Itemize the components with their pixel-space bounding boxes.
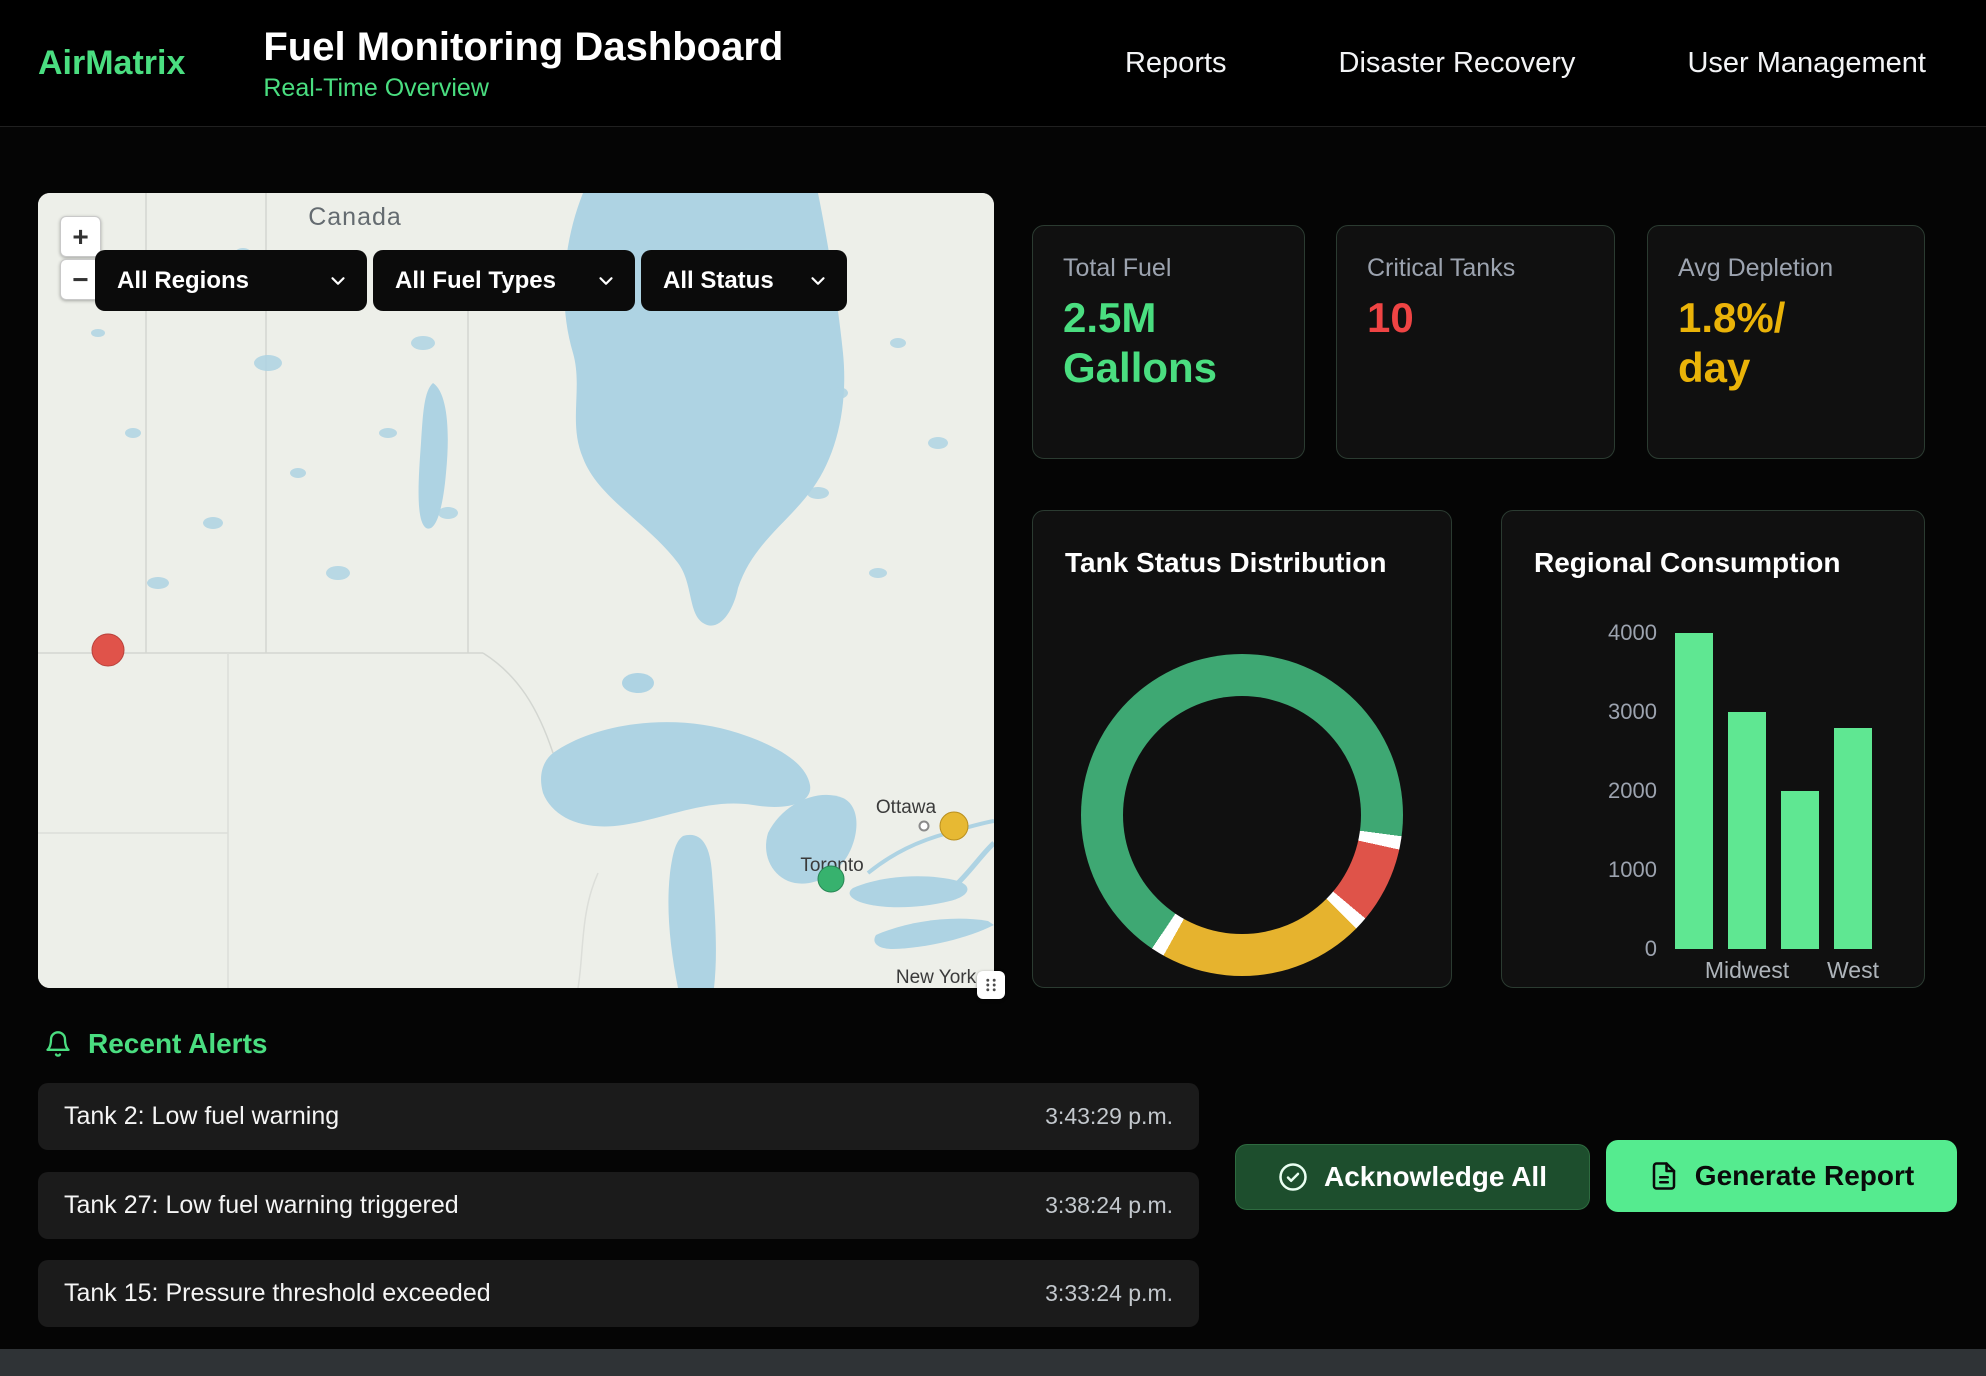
y-tick-label: 4000 xyxy=(1562,621,1657,645)
region-filter-value: All Regions xyxy=(117,267,249,295)
nav-user-management[interactable]: User Management xyxy=(1687,47,1926,80)
stat-card-total-fuel: Total Fuel 2.5M Gallons xyxy=(1032,225,1305,459)
header: AirMatrix Fuel Monitoring Dashboard Real… xyxy=(0,0,1986,127)
page-subtitle: Real-Time Overview xyxy=(263,74,783,103)
app-logo[interactable]: AirMatrix xyxy=(38,44,185,83)
map-resize-handle[interactable] xyxy=(977,971,1005,999)
stat-card-critical-tanks: Critical Tanks 10 xyxy=(1336,225,1615,459)
bar-xaxis: Midwest West xyxy=(1675,957,1872,984)
map-canvas[interactable]: Canada Ottawa Toronto New York xyxy=(38,193,994,988)
alert-row[interactable]: Tank 27: Low fuel warning triggered 3:38… xyxy=(38,1172,1199,1239)
y-tick-label: 2000 xyxy=(1562,779,1657,803)
stat-card-avg-depletion: Avg Depletion 1.8%/ day xyxy=(1647,225,1925,459)
grip-dots-icon xyxy=(983,977,999,993)
alert-row[interactable]: Tank 2: Low fuel warning 3:43:29 p.m. xyxy=(38,1083,1199,1150)
alert-time: 3:38:24 p.m. xyxy=(1045,1192,1173,1219)
alert-text: Tank 27: Low fuel warning triggered xyxy=(64,1191,459,1220)
map-label-new-york: New York xyxy=(896,967,977,988)
chevron-down-icon xyxy=(327,270,349,292)
y-tick-label: 3000 xyxy=(1562,700,1657,724)
nav-reports[interactable]: Reports xyxy=(1125,47,1227,80)
chevron-down-icon xyxy=(595,270,617,292)
regional-consumption-card: Regional Consumption 0 1000 2000 3000 4000 M… xyxy=(1501,510,1925,988)
alert-text: Tank 15: Pressure threshold exceeded xyxy=(64,1279,491,1308)
doughnut-chart xyxy=(1081,654,1403,976)
recent-alerts-label: Recent Alerts xyxy=(88,1028,267,1060)
page-title: Fuel Monitoring Dashboard xyxy=(263,24,783,70)
document-icon xyxy=(1649,1161,1679,1191)
recent-alerts-heading: Recent Alerts xyxy=(44,1028,267,1060)
check-circle-icon xyxy=(1278,1162,1308,1192)
regional-consumption-title: Regional Consumption xyxy=(1534,547,1840,579)
y-tick-label: 1000 xyxy=(1562,858,1657,882)
bell-icon xyxy=(44,1030,72,1058)
bar-plot xyxy=(1675,633,1875,949)
tank-status-title: Tank Status Distribution xyxy=(1065,547,1387,579)
alert-text: Tank 2: Low fuel warning xyxy=(64,1102,339,1131)
bar-West xyxy=(1834,728,1872,949)
generate-report-label: Generate Report xyxy=(1695,1160,1914,1192)
map-panel[interactable]: Canada Ottawa Toronto New York + − All R… xyxy=(38,193,994,988)
map-filters: All Regions All Fuel Types All Status xyxy=(95,250,847,311)
alert-row[interactable]: Tank 15: Pressure threshold exceeded 3:3… xyxy=(38,1260,1199,1327)
generate-report-button[interactable]: Generate Report xyxy=(1606,1140,1957,1212)
acknowledge-all-button[interactable]: Acknowledge All xyxy=(1235,1144,1590,1210)
x-tick-label: Midwest xyxy=(1728,957,1766,984)
fuel-type-filter[interactable]: All Fuel Types xyxy=(373,250,635,311)
map-label-canada: Canada xyxy=(308,203,402,231)
bottom-bar xyxy=(0,1349,1986,1376)
stat-label: Avg Depletion xyxy=(1678,254,1894,283)
map-marker-warning[interactable] xyxy=(940,812,968,840)
acknowledge-all-label: Acknowledge All xyxy=(1324,1161,1547,1193)
stat-label: Total Fuel xyxy=(1063,254,1274,283)
bar-yaxis: 01000200030004000 xyxy=(1562,633,1657,949)
map-town-dot xyxy=(920,822,929,831)
map-label-ottawa: Ottawa xyxy=(876,797,937,818)
region-filter[interactable]: All Regions xyxy=(95,250,367,311)
nav-disaster-recovery[interactable]: Disaster Recovery xyxy=(1339,47,1576,80)
x-tick-label xyxy=(1781,957,1819,984)
alert-time: 3:33:24 p.m. xyxy=(1045,1280,1173,1307)
map-marker-normal[interactable] xyxy=(818,866,844,892)
stat-value-critical-tanks: 10 xyxy=(1367,293,1542,343)
bar-col-1 xyxy=(1675,633,1713,949)
bar-Midwest xyxy=(1728,712,1766,949)
status-filter[interactable]: All Status xyxy=(641,250,847,311)
y-tick-label: 0 xyxy=(1562,937,1657,961)
title-block: Fuel Monitoring Dashboard Real-Time Over… xyxy=(263,24,783,103)
tank-status-card: Tank Status Distribution xyxy=(1032,510,1452,988)
x-tick-label: West xyxy=(1834,957,1872,984)
app-root: AirMatrix Fuel Monitoring Dashboard Real… xyxy=(0,0,1986,1376)
alert-time: 3:43:29 p.m. xyxy=(1045,1103,1173,1130)
stat-value-total-fuel: 2.5M Gallons xyxy=(1063,293,1238,394)
map-marker-critical[interactable] xyxy=(92,634,124,666)
doughnut-hole xyxy=(1123,696,1361,934)
main-nav: Reports Disaster Recovery User Managemen… xyxy=(1125,47,1926,80)
stat-label: Critical Tanks xyxy=(1367,254,1584,283)
chevron-down-icon xyxy=(807,270,829,292)
status-filter-value: All Status xyxy=(663,267,774,295)
stat-value-avg-depletion: 1.8%/ day xyxy=(1678,293,1853,394)
fuel-type-filter-value: All Fuel Types xyxy=(395,267,556,295)
bar-col-3 xyxy=(1781,791,1819,949)
